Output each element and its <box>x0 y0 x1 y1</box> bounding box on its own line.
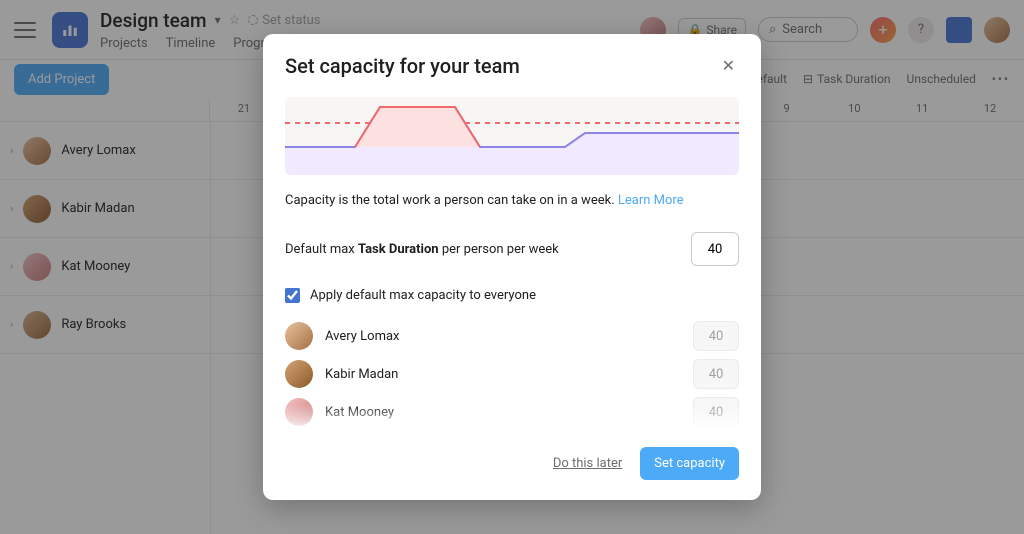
modal-overlay[interactable]: Set capacity for your team ✕ Capacity is… <box>0 0 1024 534</box>
modal-header: Set capacity for your team ✕ <box>263 34 761 87</box>
do-later-link[interactable]: Do this later <box>553 456 622 471</box>
modal-body: Capacity is the total work a person can … <box>263 87 761 432</box>
capacity-description: Capacity is the total work a person can … <box>285 193 739 208</box>
member-row: Kabir Madan <box>285 359 739 389</box>
modal-title: Set capacity for your team <box>285 54 520 78</box>
apply-all-row: Apply default max capacity to everyone <box>285 288 739 303</box>
avatar <box>285 360 313 388</box>
capacity-chart <box>285 97 739 175</box>
default-capacity-row: Default max Task Duration per person per… <box>285 232 739 266</box>
description-text: Capacity is the total work a person can … <box>285 193 618 208</box>
apply-all-checkbox[interactable] <box>285 288 300 303</box>
modal-footer: Do this later Set capacity <box>263 432 761 500</box>
member-row: Avery Lomax <box>285 321 739 351</box>
member-capacity-input <box>693 321 739 351</box>
default-capacity-label: Default max Task Duration per person per… <box>285 242 559 257</box>
default-capacity-input[interactable] <box>691 232 739 266</box>
scroll-fade <box>263 404 761 432</box>
capacity-modal: Set capacity for your team ✕ Capacity is… <box>263 34 761 500</box>
member-capacity-input <box>693 359 739 389</box>
avatar <box>285 322 313 350</box>
learn-more-link[interactable]: Learn More <box>618 193 684 208</box>
close-icon[interactable]: ✕ <box>718 52 739 79</box>
member-name: Kabir Madan <box>325 367 681 382</box>
apply-all-label: Apply default max capacity to everyone <box>310 288 536 303</box>
set-capacity-button[interactable]: Set capacity <box>640 447 739 480</box>
member-name: Avery Lomax <box>325 329 681 344</box>
